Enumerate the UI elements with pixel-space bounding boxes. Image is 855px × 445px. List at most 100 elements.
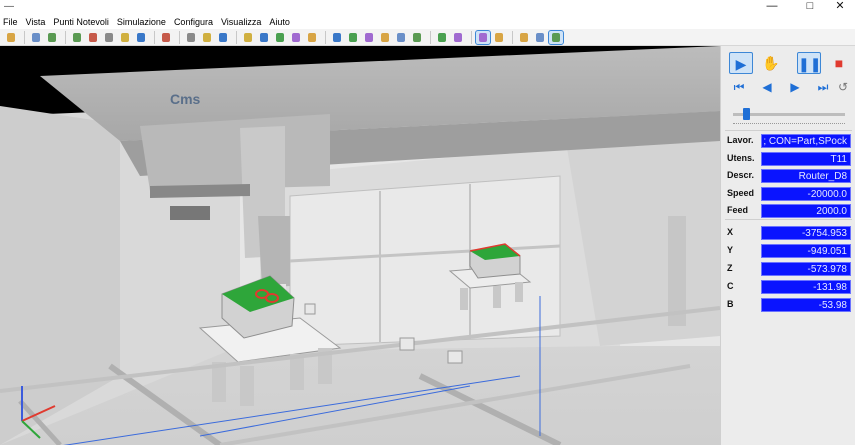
simulation-viewport[interactable]: Cms	[0, 46, 720, 445]
info-label: Feed	[727, 205, 749, 215]
step-back-button[interactable]: ◀	[757, 76, 777, 98]
info-label: Utens.	[727, 152, 755, 163]
axis-row: C -131.98	[727, 280, 853, 295]
info-row: Speed -20000.0	[727, 186, 853, 202]
machine-scene: Cms	[0, 46, 720, 445]
minimize-button[interactable]: —	[752, 0, 792, 14]
path-icon[interactable]	[200, 31, 214, 44]
menu-punti-notevoli[interactable]: Punti Notevoli	[53, 17, 109, 27]
axis-label: B	[727, 299, 734, 309]
collision-icon[interactable]	[451, 31, 465, 44]
panel-divider	[725, 130, 852, 131]
info-value: -20000.0	[761, 186, 851, 201]
view-left-icon[interactable]	[394, 31, 408, 44]
axis-label: Y	[727, 245, 734, 255]
axis-row: Z -573.978	[727, 262, 853, 277]
axis-value: -3754.953	[761, 226, 851, 240]
step-forward-icon: ▶	[790, 80, 800, 94]
close-button[interactable]: ✕	[820, 0, 855, 14]
info-label: Speed	[727, 187, 755, 198]
menu-aiuto[interactable]: Aiuto	[269, 17, 290, 27]
info-value: Router_D8	[761, 169, 851, 183]
menu-file[interactable]: File	[3, 17, 18, 27]
save-icon[interactable]	[45, 31, 59, 44]
hand-icon: ✋	[762, 55, 780, 71]
info-value: 2000.0	[761, 204, 851, 218]
step-back-icon: ◀	[762, 80, 772, 94]
toolbar-separator	[512, 30, 513, 44]
zoom-out-icon[interactable]	[86, 31, 100, 44]
toolbar-separator	[471, 30, 472, 44]
light-icon[interactable]	[216, 31, 230, 44]
panel-divider	[725, 219, 852, 220]
zoom-all-icon[interactable]	[134, 31, 148, 44]
menu-vista[interactable]: Vista	[26, 17, 46, 27]
toolbar-separator	[154, 30, 155, 44]
menu-visualizza[interactable]: Visualizza	[221, 17, 261, 27]
print-icon[interactable]	[29, 31, 43, 44]
open-icon[interactable]	[4, 31, 18, 44]
info-row: Feed 2000.0	[727, 204, 853, 219]
view-right-icon[interactable]	[362, 31, 376, 44]
info-row: Descr. Router_D8	[727, 169, 853, 184]
toolbar-separator	[24, 30, 25, 44]
axis-value: -573.978	[761, 262, 851, 276]
reset-button[interactable]: ↺	[833, 76, 853, 98]
fit-view-icon[interactable]	[159, 31, 173, 44]
view-back-icon[interactable]	[410, 31, 424, 44]
menu-simulazione[interactable]: Simulazione	[117, 17, 166, 27]
check-icon[interactable]	[475, 29, 491, 45]
view-top-icon[interactable]	[378, 31, 392, 44]
toolbar-separator	[430, 30, 431, 44]
zoom-previous-icon[interactable]	[118, 31, 132, 44]
info-row: Utens. T11	[727, 151, 853, 167]
zoom-window-icon[interactable]	[102, 31, 116, 44]
graph-icon[interactable]	[305, 31, 319, 44]
app-icon: —	[4, 1, 14, 12]
skip-end-icon: ⏭	[817, 80, 829, 94]
play-icon: ▶	[735, 56, 747, 72]
edit-icon[interactable]	[241, 31, 255, 44]
step-forward-button[interactable]: ▶	[785, 76, 805, 98]
hidden-lines-icon[interactable]	[533, 31, 547, 44]
skip-end-button[interactable]: ⏭	[813, 76, 833, 98]
shaded-icon[interactable]	[548, 29, 564, 45]
control-panel: ▶ ✋ ❚❚ ■ ⏮ ◀ ▶ ⏭ ↺ Lavor. ; CON=Part,SPock Utens.…	[720, 46, 855, 445]
hand-button[interactable]: ✋	[759, 52, 783, 74]
menu-configura[interactable]: Configura	[174, 17, 213, 27]
toolbar-separator	[179, 30, 180, 44]
skip-start-button[interactable]: ⏮	[729, 76, 749, 98]
machine-icon[interactable]	[435, 31, 449, 44]
axis-label: Z	[727, 263, 733, 273]
brand-logo: Cms	[170, 91, 201, 107]
zoom-in-icon[interactable]	[70, 31, 84, 44]
view-front-icon[interactable]	[346, 31, 360, 44]
stop-button[interactable]: ■	[827, 52, 851, 74]
stop-icon[interactable]	[273, 31, 287, 44]
axis-label: X	[727, 227, 734, 237]
tools-icon[interactable]	[257, 31, 271, 44]
info-label: Lavor.	[727, 135, 754, 145]
view-iso-icon[interactable]	[330, 31, 344, 44]
info-row: Lavor. ; CON=Part,SPock	[727, 134, 853, 149]
list-icon[interactable]	[289, 31, 303, 44]
speed-slider-thumb[interactable]	[743, 108, 751, 120]
play-button[interactable]: ▶	[729, 52, 753, 74]
stop-icon: ■	[834, 55, 844, 71]
wireframe-icon[interactable]	[517, 31, 531, 44]
title-bar: — — □ ✕	[0, 0, 855, 14]
info-value: T11	[761, 151, 851, 166]
axis-value: -53.98	[761, 298, 851, 312]
toolbar-separator	[325, 30, 326, 44]
info-label: Descr.	[727, 170, 755, 180]
axis-value: -949.051	[761, 244, 851, 258]
speed-slider-ticks	[733, 123, 845, 126]
toolbar	[0, 29, 855, 46]
axis-label: C	[727, 281, 734, 291]
fixture-icon[interactable]	[492, 31, 506, 44]
pause-button[interactable]: ❚❚	[797, 52, 821, 74]
camera-icon[interactable]	[184, 31, 198, 44]
axis-row: B -53.98	[727, 298, 853, 313]
axis-row: Y -949.051	[727, 244, 853, 259]
axis-value: -131.98	[761, 280, 851, 294]
